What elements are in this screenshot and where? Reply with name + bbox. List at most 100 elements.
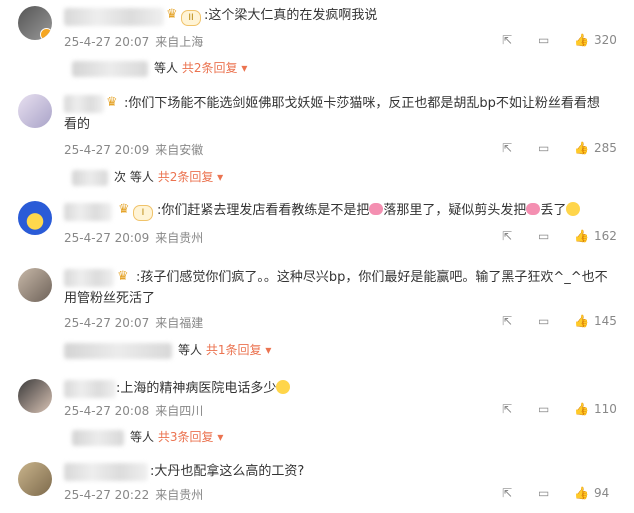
thumbs-up-icon[interactable]: 👍 bbox=[574, 486, 589, 500]
comment-actions: ⇱ ▭ 👍 145 bbox=[462, 314, 622, 330]
reply-count-link[interactable]: 共3条回复 bbox=[158, 430, 214, 444]
share-icon[interactable]: ⇱ bbox=[502, 141, 512, 155]
chevron-down-icon[interactable]: ▾ bbox=[217, 170, 223, 184]
like-count: 110 bbox=[594, 402, 617, 416]
comment-text-part: :你们赶紧去理发店看看教练是不是把 bbox=[157, 203, 370, 218]
comment-date: 25-4-27 20:09 bbox=[64, 143, 150, 157]
reply-count-link[interactable]: 共1条回复 bbox=[206, 343, 262, 357]
share-icon[interactable]: ⇱ bbox=[502, 402, 512, 416]
reply-usernames-blurred bbox=[72, 169, 108, 186]
comment-location: 来自四川 bbox=[155, 404, 204, 418]
comment-icon[interactable]: ▭ bbox=[538, 486, 549, 500]
share-icon[interactable]: ⇱ bbox=[502, 229, 512, 243]
reply-usernames-blurred bbox=[72, 429, 124, 446]
brain-emoji-icon bbox=[526, 203, 541, 215]
crown-icon: ♛ bbox=[166, 7, 178, 22]
comment-location: 来自上海 bbox=[155, 35, 204, 49]
username-blurred[interactable] bbox=[64, 463, 148, 481]
username-blurred[interactable] bbox=[64, 95, 104, 113]
comment-text: :大丹也配拿这么高的工资? bbox=[150, 464, 305, 479]
username-blurred[interactable] bbox=[64, 8, 164, 26]
comment-meta: 25-4-27 20:07 来自上海 bbox=[64, 33, 209, 50]
comment-text-continued: 用管粉丝死活了 bbox=[64, 291, 156, 306]
comment-actions: ⇱ ▭ 👍 162 bbox=[462, 229, 622, 245]
comment-text: :这个梁大仁真的在发疯啊我说 bbox=[204, 8, 378, 23]
smile-emoji-icon bbox=[566, 202, 581, 216]
avatar[interactable] bbox=[18, 379, 52, 413]
comment-text: :孩子们感觉你们疯了。。这种尽兴bp，你们最好是能赢吧。输了黑子狂欢^_^也不 bbox=[136, 270, 608, 285]
comment-icon[interactable]: ▭ bbox=[538, 141, 549, 155]
comment-text: :上海的精神病医院电话多少 bbox=[116, 379, 291, 399]
comment-meta: 25-4-27 20:09 来自安徽 bbox=[64, 141, 209, 158]
like-count: 162 bbox=[594, 229, 617, 243]
comment-text-continued: 看的 bbox=[64, 117, 91, 132]
thumbs-up-icon[interactable]: 👍 bbox=[574, 141, 589, 155]
username-blurred[interactable] bbox=[64, 380, 116, 398]
comment-meta: 25-4-27 20:08 来自四川 bbox=[64, 402, 209, 419]
comment-icon[interactable]: ▭ bbox=[538, 402, 549, 416]
like-count: 320 bbox=[594, 33, 617, 47]
vip-level-badge: II bbox=[181, 10, 201, 26]
username-blurred[interactable] bbox=[64, 203, 112, 221]
comment-date: 25-4-27 20:22 bbox=[64, 488, 150, 502]
reply-summary[interactable]: 等人 共1条回复 ▾ bbox=[64, 341, 271, 359]
reply-summary[interactable]: 次 等人 共2条回复 ▾ bbox=[72, 168, 223, 186]
reply-suffix: 等人 bbox=[130, 430, 155, 444]
comment-location: 来自福建 bbox=[155, 316, 204, 330]
reply-suffix: 等人 bbox=[154, 61, 179, 75]
comment-date: 25-4-27 20:09 bbox=[64, 231, 150, 245]
vip-level-badge: I bbox=[133, 205, 153, 221]
comment-icon[interactable]: ▭ bbox=[538, 33, 549, 47]
comment-text-part: 落那里了，疑似剪头发把 bbox=[383, 203, 527, 218]
comment-text-part: :上海的精神病医院电话多少 bbox=[116, 381, 277, 396]
comment-date: 25-4-27 20:08 bbox=[64, 404, 150, 418]
thumbs-up-icon[interactable]: 👍 bbox=[574, 314, 589, 328]
avatar[interactable] bbox=[18, 462, 52, 496]
crown-icon: ♛ bbox=[106, 95, 118, 110]
comment-meta: 25-4-27 20:22 来自贵州 bbox=[64, 486, 209, 503]
like-count: 285 bbox=[594, 141, 617, 155]
reply-count-link[interactable]: 共2条回复 bbox=[182, 61, 238, 75]
crown-icon: ♛ bbox=[117, 269, 129, 284]
comment-meta: 25-4-27 20:07 来自福建 bbox=[64, 314, 209, 331]
like-count: 145 bbox=[594, 314, 617, 328]
share-icon[interactable]: ⇱ bbox=[502, 486, 512, 500]
reply-summary[interactable]: 等人 共3条回复 ▾ bbox=[72, 428, 223, 446]
brain-emoji-icon bbox=[369, 203, 384, 215]
avatar[interactable] bbox=[18, 94, 52, 128]
reply-prefix: 次 bbox=[114, 170, 127, 184]
avatar[interactable] bbox=[18, 6, 52, 40]
reply-suffix: 等人 bbox=[129, 170, 154, 184]
chevron-down-icon[interactable]: ▾ bbox=[241, 61, 247, 75]
username-blurred[interactable] bbox=[64, 269, 114, 287]
comment-icon[interactable]: ▭ bbox=[538, 314, 549, 328]
reply-summary[interactable]: 等人 共2条回复 ▾ bbox=[72, 59, 247, 77]
comment-text: :你们赶紧去理发店看看教练是不是把 落那里了，疑似剪头发把 丢了 bbox=[157, 201, 581, 221]
comment-meta: 25-4-27 20:09 来自贵州 bbox=[64, 229, 209, 246]
comment-date: 25-4-27 20:07 bbox=[64, 316, 150, 330]
avatar[interactable] bbox=[18, 201, 52, 235]
reply-usernames-blurred bbox=[64, 342, 172, 359]
comment-date: 25-4-27 20:07 bbox=[64, 35, 150, 49]
reply-suffix: 等人 bbox=[178, 343, 203, 357]
comment-actions: ⇱ ▭ 👍 285 bbox=[462, 141, 622, 157]
comment-location: 来自贵州 bbox=[155, 488, 204, 502]
comment-location: 来自贵州 bbox=[155, 231, 204, 245]
comment-actions: ⇱ ▭ 👍 320 bbox=[462, 33, 622, 49]
share-icon[interactable]: ⇱ bbox=[502, 314, 512, 328]
comment-actions: ⇱ ▭ 👍 94 bbox=[462, 486, 622, 502]
reply-count-link[interactable]: 共2条回复 bbox=[158, 170, 214, 184]
comment-icon[interactable]: ▭ bbox=[538, 229, 549, 243]
thumbs-up-icon[interactable]: 👍 bbox=[574, 402, 589, 416]
share-icon[interactable]: ⇱ bbox=[502, 33, 512, 47]
reply-usernames-blurred bbox=[72, 60, 148, 77]
thumbs-up-icon[interactable]: 👍 bbox=[574, 33, 589, 47]
thumbs-up-icon[interactable]: 👍 bbox=[574, 229, 589, 243]
chevron-down-icon[interactable]: ▾ bbox=[217, 430, 223, 444]
crown-icon: ♛ bbox=[118, 202, 130, 217]
comment-actions: ⇱ ▭ 👍 110 bbox=[462, 402, 622, 418]
like-count: 94 bbox=[594, 486, 610, 500]
avatar[interactable] bbox=[18, 268, 52, 302]
verified-badge-icon bbox=[40, 28, 52, 40]
chevron-down-icon[interactable]: ▾ bbox=[265, 343, 271, 357]
